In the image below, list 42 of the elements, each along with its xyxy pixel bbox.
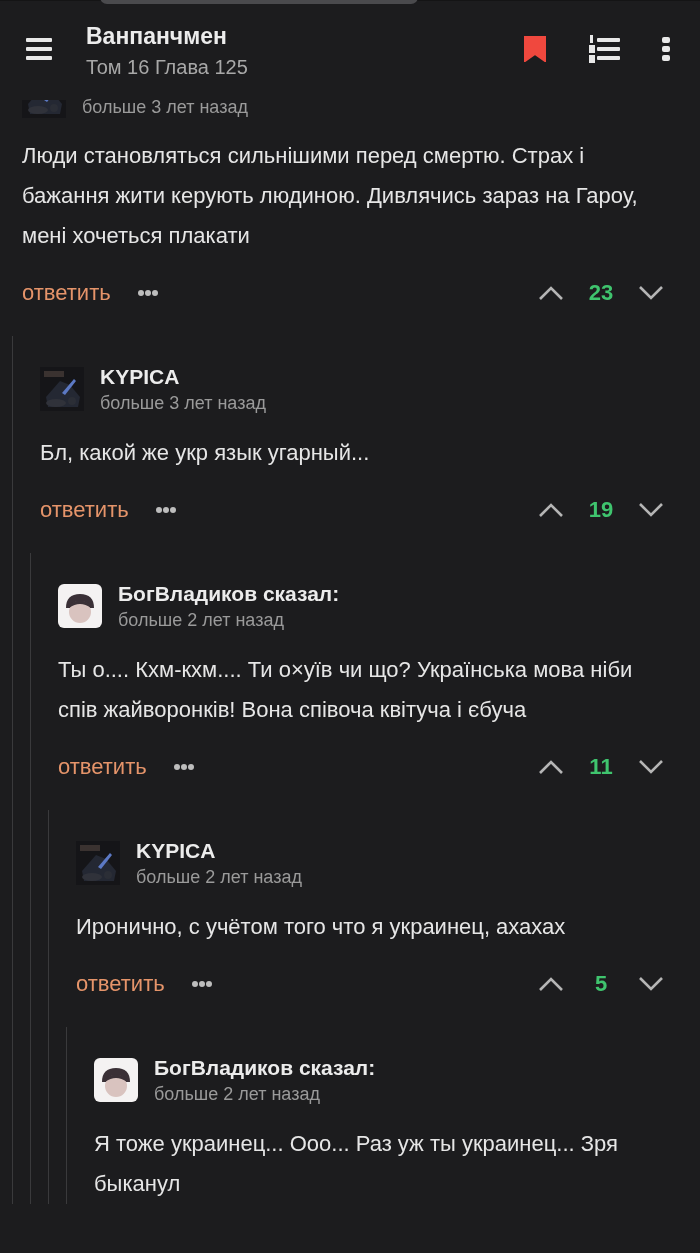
comment-time: больше 3 лет назад (100, 392, 266, 414)
vote-count: 5 (593, 971, 609, 997)
reply-link[interactable]: ответить (76, 971, 165, 997)
more-icon[interactable] (190, 980, 213, 988)
page-title: Ванпанчмен (86, 22, 228, 50)
upvote-icon[interactable] (538, 502, 564, 518)
downvote-icon[interactable] (638, 502, 664, 518)
comment-text: Я тоже украинец... Ооо... Раз уж ты украинец... Зря быканул (94, 1130, 619, 1198)
more-icon[interactable] (154, 506, 177, 514)
bookmark-icon[interactable] (524, 35, 546, 62)
vote-count: 19 (588, 497, 614, 523)
comment-text: Иронично, с учётом того что я украинец, ахахах (76, 913, 567, 941)
reply-link[interactable]: ответить (22, 280, 111, 306)
upvote-icon[interactable] (538, 759, 564, 775)
comment-author[interactable]: БогВладиков сказал: (118, 581, 340, 606)
comment-text: Люди становляться сильнішими перед смертю. Страх і бажання жити керують людиною. Дивлячись зараз на Гароу, мені хочеться плакати (22, 142, 639, 250)
comment-time: больше 2 лет назад (136, 866, 302, 888)
vote-count: 11 (588, 754, 614, 780)
reply-link[interactable]: ответить (40, 497, 129, 523)
menu-icon[interactable] (26, 37, 52, 60)
more-vertical-icon[interactable] (662, 36, 670, 61)
comment-time: больше 3 лет назад (82, 97, 248, 118)
downvote-icon[interactable] (638, 285, 664, 301)
comment-author[interactable]: БогВладиков сказал: (154, 1055, 376, 1080)
upvote-icon[interactable] (538, 285, 564, 301)
vote-count: 23 (588, 280, 614, 306)
reply-link[interactable]: ответить (58, 754, 147, 780)
avatar-icon (58, 584, 102, 628)
downvote-icon[interactable] (638, 976, 664, 992)
comment-time: больше 2 лет назад (154, 1083, 321, 1105)
more-icon[interactable] (136, 289, 159, 297)
comment-time: больше 2 лет назад (118, 609, 285, 631)
chapter-subtitle: Том 16 Глава 125 (86, 55, 249, 79)
more-icon[interactable] (172, 763, 195, 771)
numbered-list-icon[interactable] (588, 34, 620, 63)
avatar-icon (94, 1058, 138, 1102)
comment-author[interactable]: KYPICA (100, 364, 266, 389)
comment-text: Бл, какой же укр язык угарный... (40, 439, 371, 467)
upvote-icon[interactable] (538, 976, 564, 992)
downvote-icon[interactable] (638, 759, 664, 775)
comment-text: Ты о.... Кхм-кхм.... Ти о×уїв чи що? Українська мова ніби спів жайворонків! Вона співоча квітуча і єбуча (58, 656, 634, 724)
comment-author[interactable]: KYPICA (136, 838, 302, 863)
